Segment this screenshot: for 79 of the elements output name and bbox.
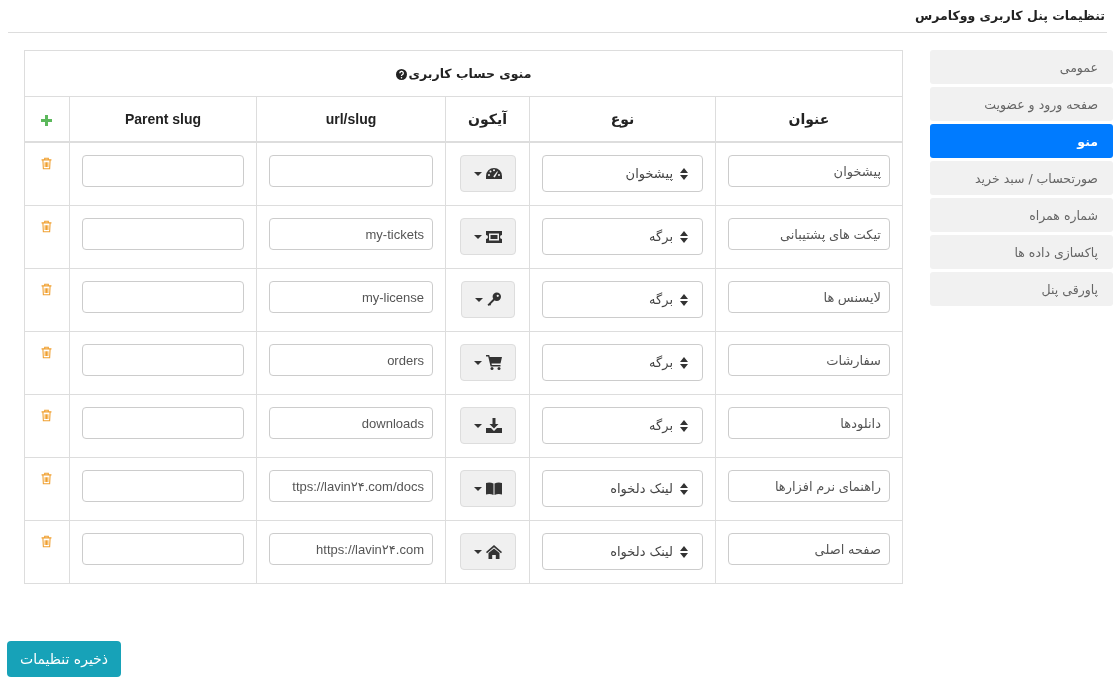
url-field[interactable]: my-license	[269, 281, 433, 313]
caret-icon	[474, 297, 483, 302]
parent-slug-field[interactable]	[82, 407, 244, 439]
parent-slug-field[interactable]	[82, 533, 244, 565]
icon-picker-button[interactable]	[459, 470, 516, 507]
sort-icon	[680, 356, 688, 369]
column-header: عنوان	[715, 96, 903, 142]
caret-icon	[473, 423, 482, 428]
title-field[interactable]: لایسنس ها	[728, 281, 890, 313]
sidebar-item[interactable]: پاکسازی داده ها	[930, 235, 1113, 269]
column-header: url/slug	[256, 96, 446, 142]
sidebar-item[interactable]: عمومی	[930, 50, 1113, 84]
parent-slug-field[interactable]	[82, 218, 244, 250]
icon-picker-button[interactable]	[459, 218, 516, 255]
url-field[interactable]: downloads	[269, 407, 433, 439]
icon-picker-button[interactable]	[459, 155, 516, 192]
title-field[interactable]: صفحه اصلی	[728, 533, 890, 565]
download-icon	[485, 418, 502, 433]
icon-picker-button[interactable]	[459, 407, 516, 444]
url-field[interactable]: https://lavin۲۴.com	[269, 533, 433, 565]
delete-icon[interactable]	[41, 157, 53, 170]
icon-picker-button[interactable]	[459, 533, 516, 570]
delete-icon[interactable]	[41, 346, 53, 359]
sort-icon	[680, 293, 688, 306]
sidebar-item[interactable]: شماره همراه	[930, 198, 1113, 232]
type-select[interactable]: لینک دلخواه	[542, 533, 703, 570]
column-header: نوع	[529, 96, 716, 142]
type-select[interactable]: پیشخوان	[542, 155, 703, 192]
page-title: تنظیمات پنل کاربری ووکامرس	[914, 7, 1105, 25]
cart-icon	[485, 355, 502, 370]
key-icon	[486, 292, 501, 307]
url-field[interactable]	[269, 155, 433, 187]
sort-icon	[680, 167, 688, 180]
sidebar-item[interactable]: منو	[930, 124, 1113, 158]
book-icon	[485, 482, 502, 495]
ticket-icon	[485, 230, 502, 243]
title-field[interactable]: راهنمای نرم افزارها	[728, 470, 890, 502]
type-select[interactable]: لینک دلخواه	[542, 470, 703, 507]
caret-icon	[473, 234, 482, 239]
sidebar-item[interactable]: صورتحساب / سبد خرید	[930, 161, 1113, 195]
delete-icon[interactable]	[41, 472, 53, 485]
sidebar-item[interactable]: صفحه ورود و عضویت	[930, 87, 1113, 121]
column-header: Parent slug	[69, 96, 257, 142]
parent-slug-field[interactable]	[82, 470, 244, 502]
delete-icon[interactable]	[41, 409, 53, 422]
sidebar-item[interactable]: پاورقی پنل	[930, 272, 1113, 306]
caret-icon	[473, 360, 482, 365]
column-header: آیکون	[445, 96, 530, 142]
type-select[interactable]: برگه	[542, 407, 703, 444]
icon-picker-button[interactable]	[460, 281, 515, 318]
url-field[interactable]: ttps://lavin۲۴.com/docs	[269, 470, 433, 502]
type-select[interactable]: برگه	[542, 344, 703, 381]
table-title: منوی حساب کاربری	[408, 65, 532, 83]
caret-icon	[473, 486, 482, 491]
home-icon	[485, 544, 502, 559]
sort-icon	[680, 482, 688, 495]
delete-icon[interactable]	[41, 535, 53, 548]
parent-slug-field[interactable]	[82, 281, 244, 313]
title-field[interactable]: دانلودها	[728, 407, 890, 439]
type-select[interactable]: برگه	[542, 218, 703, 255]
delete-icon[interactable]	[41, 283, 53, 296]
sort-icon	[680, 419, 688, 432]
title-field[interactable]: پیشخوان	[728, 155, 890, 187]
url-field[interactable]: orders	[269, 344, 433, 376]
icon-picker-button[interactable]	[459, 344, 516, 381]
delete-icon[interactable]	[41, 220, 53, 233]
url-field[interactable]: my-tickets	[269, 218, 433, 250]
add-icon[interactable]	[41, 114, 53, 126]
caret-icon	[473, 171, 482, 176]
sort-icon	[680, 545, 688, 558]
sort-icon	[680, 230, 688, 243]
caret-icon	[473, 549, 482, 554]
title-field[interactable]: تیکت های پشتیبانی	[728, 218, 890, 250]
help-icon[interactable]	[395, 68, 407, 80]
gauge-icon	[485, 168, 502, 179]
parent-slug-field[interactable]	[82, 155, 244, 187]
type-select[interactable]: برگه	[542, 281, 703, 318]
title-field[interactable]: سفارشات	[728, 344, 890, 376]
parent-slug-field[interactable]	[82, 344, 244, 376]
